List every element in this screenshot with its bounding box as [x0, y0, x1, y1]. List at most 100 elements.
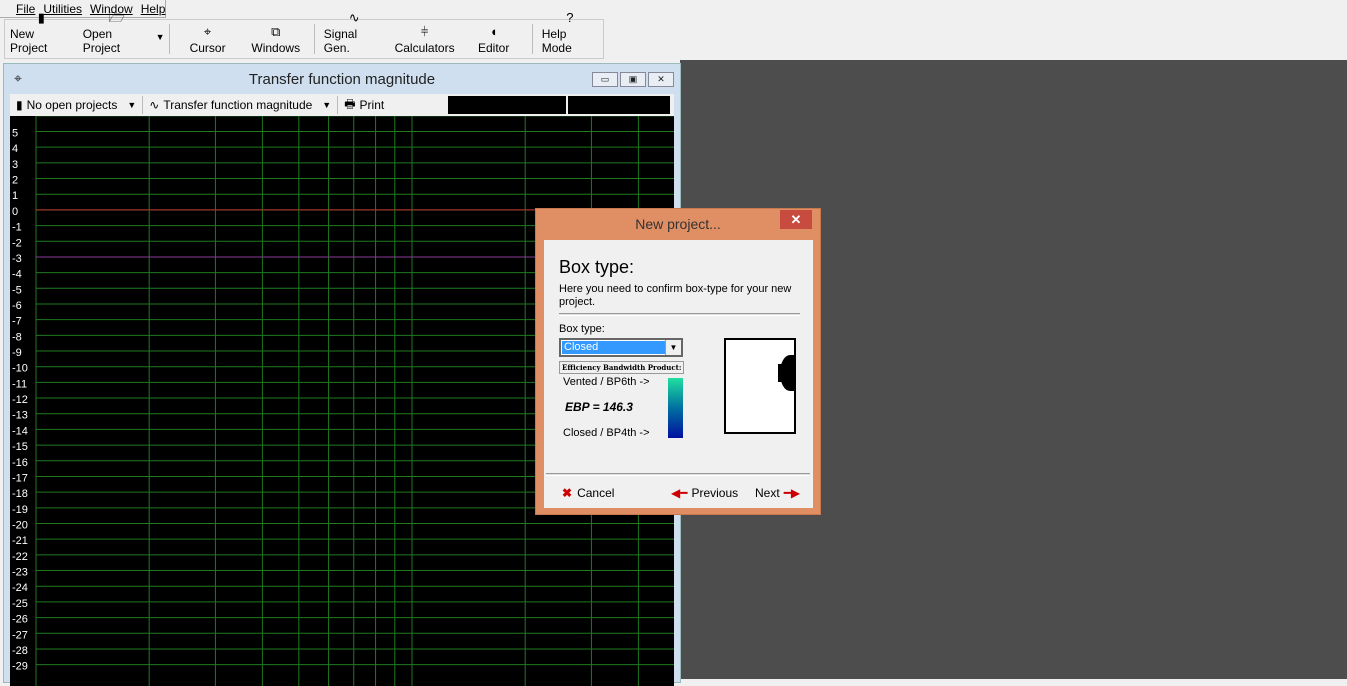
chevron-down-icon: ▼	[322, 100, 332, 110]
cursor-button[interactable]: ⌖ Cursor	[174, 20, 242, 58]
y-tick-label: -16	[12, 457, 28, 469]
view-select-value: Transfer function magnitude	[163, 98, 313, 112]
help-mode-button[interactable]: ? Help Mode	[537, 10, 603, 58]
chevron-down-icon: ▼	[665, 340, 681, 355]
y-tick-label: -19	[12, 504, 28, 516]
next-label: Next	[755, 486, 780, 500]
new-project-button[interactable]: ▮ New Project	[5, 10, 78, 58]
folder-icon: 🗁	[108, 10, 125, 25]
editor-button[interactable]: ◖ Editor	[460, 20, 528, 58]
closed-label: Closed / BP4th ->	[563, 427, 650, 439]
cancel-x-icon: ✖	[562, 486, 573, 500]
dialog-close-button[interactable]: ✕	[780, 210, 812, 229]
printer-icon: 🖶	[344, 96, 356, 111]
y-tick-label: 3	[12, 159, 18, 171]
y-tick-label: -4	[12, 269, 22, 281]
ebp-header: Efficiency Bandwidth Product:	[559, 361, 684, 374]
y-tick-label: -14	[12, 425, 28, 437]
dialog-description: Here you need to confirm box-type for yo…	[559, 283, 792, 308]
new-project-dialog: New project... ✕ Box type: Here you need…	[535, 208, 821, 515]
sine-wave-icon: ∿	[348, 10, 360, 25]
previous-button[interactable]: ◀━ Previous	[671, 486, 738, 500]
dialog-title: New project...	[635, 216, 721, 232]
sine-wave-icon: ∿	[149, 98, 160, 112]
y-tick-label: -17	[12, 472, 28, 484]
y-tick-label: -18	[12, 488, 28, 500]
next-button[interactable]: Next ━▶	[755, 486, 800, 500]
readout-box-2	[568, 96, 670, 114]
crosshair-icon: ⌖	[14, 70, 22, 86]
arrow-left-icon: ◀━	[671, 486, 688, 500]
window-title: Transfer function magnitude	[248, 70, 436, 88]
project-select-value: No open projects	[26, 98, 118, 112]
y-tick-label: 2	[12, 175, 18, 187]
y-tick-label: -22	[12, 551, 28, 563]
y-tick-label: -7	[12, 316, 22, 328]
closed-box-diagram	[724, 338, 796, 434]
y-tick-label: -13	[12, 410, 28, 422]
open-project-dropdown-icon[interactable]: ▼	[156, 20, 165, 58]
y-tick-label: -12	[12, 394, 28, 406]
previous-label: Previous	[691, 486, 739, 500]
label: Calculators	[394, 41, 455, 55]
label: Help Mode	[541, 27, 572, 55]
help-icon: ?	[566, 10, 574, 25]
window-toolbar: ▮ No open projects ▼ ∿ Transfer function ma…	[10, 94, 674, 116]
box-type-select[interactable]: Closed ▼	[559, 338, 683, 357]
box-type-value: Closed	[562, 341, 665, 354]
menu-file[interactable]: File	[16, 2, 35, 16]
minimize-button[interactable]: ▭	[592, 72, 618, 87]
y-tick-label: -2	[12, 237, 22, 249]
label: New Project	[10, 27, 48, 55]
restore-button[interactable]: ▣	[620, 72, 646, 87]
y-tick-label: -3	[12, 253, 22, 265]
signal-gen-button[interactable]: ∿ Signal Gen.	[319, 10, 390, 58]
close-button[interactable]: ✕	[648, 72, 674, 87]
separator	[531, 24, 533, 54]
speaker-magnet	[778, 364, 786, 382]
editor-icon: ◖	[489, 24, 498, 39]
y-tick-label: -20	[12, 520, 28, 532]
ebp-gradient-bar	[668, 378, 683, 438]
label: Cursor	[189, 41, 226, 55]
y-tick-label: 4	[12, 143, 18, 155]
menu-help[interactable]: Help	[141, 2, 166, 16]
y-tick-label: -10	[12, 363, 28, 375]
y-tick-label: -1	[12, 222, 22, 234]
y-tick-label: -9	[12, 347, 22, 359]
windows-button[interactable]: ⧉ Windows	[242, 20, 310, 58]
separator	[313, 24, 315, 54]
y-tick-label: -23	[12, 567, 28, 579]
y-tick-label: -25	[12, 598, 28, 610]
label: Signal Gen.	[323, 27, 358, 55]
y-tick-label: 5	[12, 128, 18, 140]
open-project-button[interactable]: 🗁 Open Project	[78, 10, 156, 58]
cancel-button[interactable]: ✖ Cancel	[562, 486, 614, 500]
window-titlebar[interactable]: ⌖ Transfer function magnitude ▭ ▣ ✕	[4, 64, 680, 94]
y-tick-label: -5	[12, 284, 22, 296]
windows-icon: ⧉	[271, 24, 281, 39]
view-select[interactable]: ∿ Transfer function magnitude ▼	[143, 96, 339, 114]
y-tick-label: -24	[12, 582, 28, 594]
project-select[interactable]: ▮ No open projects ▼	[10, 96, 144, 114]
y-tick-label: -21	[12, 535, 28, 547]
main-toolbar: ▮ New Project 🗁 Open Project ▼ ⌖ Cursor ⧉ Wi…	[4, 10, 604, 59]
readout-box-1	[448, 96, 566, 114]
print-button[interactable]: 🖶 Print	[338, 96, 390, 114]
y-tick-label: -6	[12, 300, 22, 312]
crosshair-icon: ⌖	[203, 24, 212, 39]
y-tick-label: -28	[12, 645, 28, 657]
divider	[546, 473, 810, 476]
menu-utilities[interactable]: Utilities	[43, 2, 82, 16]
calculators-button[interactable]: ⫩ Calculators	[390, 20, 460, 58]
calculator-icon: ⫩	[420, 24, 429, 39]
y-tick-label: 1	[12, 190, 18, 202]
y-tick-label: -26	[12, 614, 28, 626]
label: Windows	[251, 41, 301, 55]
label: Editor	[478, 41, 510, 55]
project-icon: ▮	[16, 98, 23, 112]
label: Open Project	[82, 27, 121, 55]
vented-label: Vented / BP6th ->	[563, 376, 650, 388]
chevron-down-icon: ▼	[127, 100, 137, 110]
print-label: Print	[359, 98, 385, 112]
